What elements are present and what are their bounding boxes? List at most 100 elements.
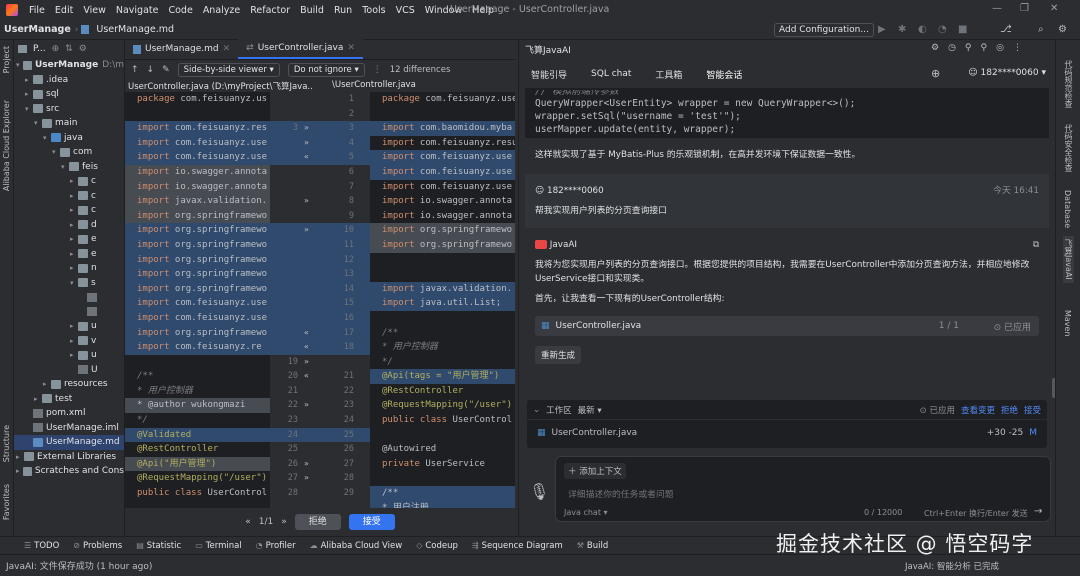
tree-item[interactable]: ▸ External Libraries [14,450,124,465]
ignore-whitespace-dropdown[interactable]: Do not ignore ▾ [287,63,365,77]
tree-item[interactable] [14,290,124,305]
send-icon[interactable]: → [1034,506,1042,517]
next-difference-icon[interactable]: ↓ [147,65,155,75]
collapsed-arrow-icon[interactable]: ▸ [25,76,33,84]
prev-difference-icon[interactable]: ↑ [131,65,139,75]
left-code-pane[interactable]: package com.feisuanyz.us import com.feisu… [125,92,270,508]
code-style-check-tab[interactable]: 代码规范检查 [1063,60,1074,108]
tree-item[interactable]: ▸ u [14,319,124,334]
tree-item[interactable]: ▸ u [14,348,124,363]
tree-item[interactable]: ▸ c [14,203,124,218]
alibaba-cloud-explorer-tab[interactable]: Alibaba Cloud Explorer [2,100,11,191]
breadcrumb-file[interactable]: UserManage.md [92,24,178,35]
add-context-button[interactable]: ＋ 添加上下文 [564,463,626,479]
database-tab[interactable]: Database [1063,190,1072,228]
target-icon[interactable]: ⊕ [52,44,60,54]
menu-view[interactable]: View [78,5,111,16]
tree-item[interactable]: ▸ test [14,392,124,407]
viewer-mode-dropdown[interactable]: Side-by-side viewer ▾ [177,63,280,77]
apply-change-arrow-icon[interactable]: « [304,326,309,341]
tool-sequence-diagram[interactable]: ⇶ Sequence Diagram [472,541,563,551]
collapsed-arrow-icon[interactable]: ▸ [70,221,78,229]
settings-icon[interactable]: ⚙ [1058,24,1067,35]
menu-code[interactable]: Code [163,5,197,16]
tool-statistic[interactable]: ▤ Statistic [136,541,181,551]
tree-item[interactable]: ▸ d [14,218,124,233]
menu-build[interactable]: Build [295,5,329,16]
project-view-selector[interactable]: P... [33,44,46,54]
new-chat-icon[interactable]: ⊕ [931,67,940,80]
workspace-file-row[interactable]: ▦ UserController.java +30 -25 M [527,420,1047,446]
edit-source-icon[interactable]: ✎ [162,65,170,75]
tab-close-icon[interactable]: ✕ [223,44,231,54]
tree-item[interactable]: U [14,363,124,378]
menu-refactor[interactable]: Refactor [245,5,295,16]
tree-item[interactable]: UserManage.iml [14,421,124,436]
microphone-icon[interactable]: 🎙 [529,482,549,501]
settings-icon[interactable]: ⋮ [373,65,382,75]
tree-item[interactable]: ▾ java [14,131,124,146]
menu-file[interactable]: File [24,5,50,16]
tree-item[interactable]: ▾ src [14,102,124,117]
menu-navigate[interactable]: Navigate [111,5,164,16]
collapsed-arrow-icon[interactable]: ▸ [70,351,78,359]
menu-edit[interactable]: Edit [50,5,78,16]
tab-close-icon[interactable]: ✕ [347,43,355,53]
expanded-arrow-icon[interactable]: ▾ [61,163,69,171]
tree-item[interactable]: ▸ Scratches and Cons [14,464,124,479]
apply-change-arrow-icon[interactable]: » [304,121,309,136]
javaai-status[interactable]: JavaAI: 智能分析 已完成 [905,560,999,572]
gear-icon[interactable]: ⚙ [79,44,87,54]
view-changes-link[interactable]: 查看变更 [961,404,995,416]
apply-change-arrow-icon[interactable]: « [304,150,309,165]
stop-icon[interactable]: ■ [958,24,967,35]
collapsed-arrow-icon[interactable]: ▸ [70,192,78,200]
profile-icon[interactable]: ◔ [938,24,947,35]
collapsed-arrow-icon[interactable]: ▸ [70,235,78,243]
expanded-arrow-icon[interactable]: ▾ [16,61,23,69]
menu-tools[interactable]: Tools [357,5,390,16]
collapsed-arrow-icon[interactable]: ▸ [34,395,42,403]
accept-button[interactable]: 接受 [348,514,395,530]
vcs-icon[interactable]: ⎇ [1000,24,1012,35]
sort-dropdown[interactable]: 最新 ▾ [578,404,602,416]
file-change-chip[interactable]: ▦ UserController.java 1 / 1 ⊙ 已应用 [535,316,1039,336]
expanded-arrow-icon[interactable]: ▾ [25,105,33,113]
add-configuration-button[interactable]: Add Configuration... [774,23,874,37]
expanded-arrow-icon[interactable]: ▾ [70,279,78,287]
tree-item[interactable]: pom.xml [14,406,124,421]
structure-tool-tab[interactable]: Structure [2,425,11,462]
tab-usermanage-md[interactable]: UserManage.md ✕ [125,39,238,59]
collapsed-arrow-icon[interactable]: ▸ [70,177,78,185]
run-icon[interactable]: ▶ [878,24,886,35]
tree-item[interactable]: ▸ resources [14,377,124,392]
tree-item[interactable]: ▸ c [14,189,124,204]
menu-vcs[interactable]: VCS [391,5,420,16]
tool-build[interactable]: ⚒ Build [577,541,609,551]
tree-item[interactable]: ▸ c [14,174,124,189]
status-message[interactable]: JavaAI: 文件保存成功 (1 hour ago) [6,559,152,572]
chat-mode-dropdown[interactable]: Java chat ▾ [564,508,608,517]
restore-icon[interactable]: ❐ [1020,3,1029,14]
collapsed-arrow-icon[interactable]: ▸ [43,380,51,388]
project-tool-tab[interactable]: Project [2,46,11,73]
tree-item[interactable]: ▸ n [14,261,124,276]
expanded-arrow-icon[interactable]: ▾ [43,134,51,142]
last-change-icon[interactable]: » [281,517,287,527]
menu-analyze[interactable]: Analyze [198,5,245,16]
collapsed-arrow-icon[interactable]: ▸ [16,453,24,461]
apply-change-arrow-icon[interactable]: » [304,457,309,472]
collapsed-arrow-icon[interactable]: ▸ [70,206,78,214]
apply-change-arrow-icon[interactable]: » [304,355,309,370]
right-code-pane[interactable]: package com.feisuanyz.use import com.baom… [370,92,515,508]
tree-item[interactable]: ▸ e [14,247,124,262]
tree-item[interactable]: ▸ v [14,334,124,349]
tab-sql-chat[interactable]: SQL chat [579,69,643,79]
reject-button[interactable]: 拒绝 [294,514,341,530]
tree-item[interactable]: ▸ .idea [14,73,124,88]
collapse-icon[interactable]: ⇅ [65,44,73,54]
favorites-tool-tab[interactable]: Favorites [2,484,11,520]
apply-change-arrow-icon[interactable]: « [304,340,309,355]
ai-header-actions[interactable]: ⚙◷⚲⚲◎⋮ [931,43,1031,53]
tree-item[interactable]: ▾ s [14,276,124,291]
